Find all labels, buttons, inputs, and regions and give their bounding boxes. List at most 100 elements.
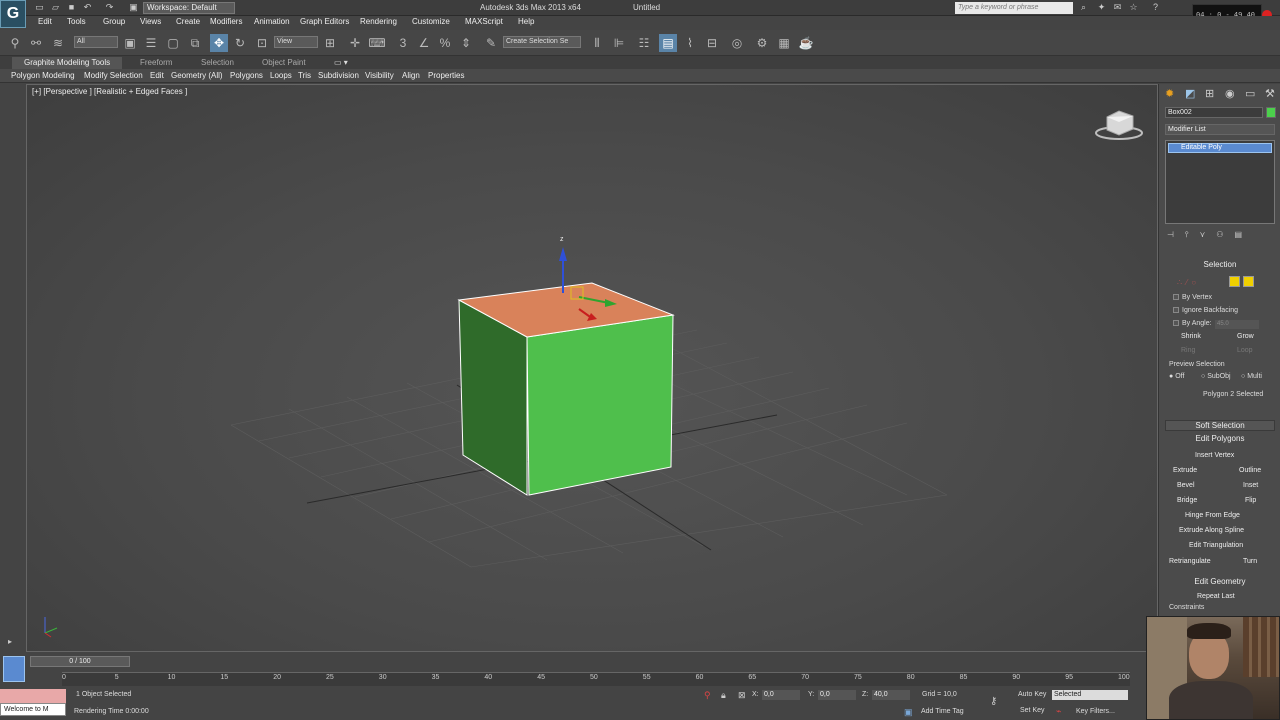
menu-customize[interactable]: Customize: [412, 17, 450, 26]
perspective-viewport[interactable]: [26, 84, 1158, 652]
pivot-center-icon[interactable]: ⊞: [321, 34, 339, 52]
open-file-icon[interactable]: ▱: [50, 2, 61, 13]
vertex-edge-border-icons[interactable]: ∴⁄○: [1177, 278, 1200, 287]
ribbon-properties[interactable]: Properties: [428, 71, 464, 80]
ring-button[interactable]: Ring: [1181, 347, 1195, 354]
element-subobject-icon[interactable]: [1243, 276, 1254, 287]
menu-tools[interactable]: Tools: [67, 17, 86, 26]
menu-graph-editors[interactable]: Graph Editors: [300, 17, 349, 26]
auto-key-button[interactable]: Auto Key: [1018, 691, 1046, 698]
search-icon[interactable]: ⌕: [1078, 2, 1089, 13]
selection-filter-dropdown[interactable]: All: [74, 36, 118, 48]
select-and-move-icon[interactable]: ✥: [210, 34, 228, 52]
bridge-button[interactable]: Bridge: [1177, 497, 1197, 504]
render-setup-icon[interactable]: ⚙: [753, 34, 771, 52]
isolate-selection-icon[interactable]: ⚲: [704, 690, 711, 701]
retriangulate-button[interactable]: Retriangulate: [1169, 558, 1211, 565]
search-input[interactable]: Type a keyword or phrase: [955, 2, 1073, 14]
grow-button[interactable]: Grow: [1237, 333, 1254, 340]
modifier-list-dropdown[interactable]: Modifier List: [1165, 124, 1275, 135]
save-icon[interactable]: ■: [66, 2, 77, 13]
menu-group[interactable]: Group: [103, 17, 125, 26]
lock-selection-icon[interactable]: 🔒︎: [721, 690, 726, 701]
project-folder-icon[interactable]: ▣: [128, 2, 139, 13]
flip-button[interactable]: Flip: [1245, 497, 1256, 504]
ignore-backfacing-checkbox[interactable]: Ignore Backfacing: [1173, 307, 1238, 314]
ribbon-polygons[interactable]: Polygons: [230, 71, 263, 80]
workspace-dropdown[interactable]: Workspace: Default: [143, 2, 235, 14]
key-filter-icon[interactable]: ⌁: [1056, 706, 1061, 717]
add-time-tag-button[interactable]: Add Time Tag: [921, 708, 964, 715]
ribbon-modify-selection[interactable]: Modify Selection: [84, 71, 143, 80]
hierarchy-tab-icon[interactable]: ⊞: [1205, 87, 1214, 100]
menu-help[interactable]: Help: [518, 17, 534, 26]
ribbon-loops[interactable]: Loops: [270, 71, 292, 80]
hinge-from-edge-button[interactable]: Hinge From Edge: [1185, 512, 1240, 519]
curve-editor-icon[interactable]: ⌇: [681, 34, 699, 52]
tab-graphite-modeling-tools[interactable]: Graphite Modeling Tools: [24, 58, 110, 67]
named-selection-sets-dropdown[interactable]: Create Selection Se: [503, 36, 581, 48]
key-mode-dropdown[interactable]: Selected: [1052, 690, 1128, 700]
rollout-soft-selection[interactable]: Soft Selection: [1165, 420, 1275, 431]
set-key-button[interactable]: Set Key: [1020, 707, 1045, 714]
menu-maxscript[interactable]: MAXScript: [465, 17, 503, 26]
select-and-scale-icon[interactable]: ⊡: [253, 34, 271, 52]
motion-tab-icon[interactable]: ◉: [1225, 87, 1235, 100]
favorites-icon[interactable]: ☆: [1128, 2, 1139, 13]
shrink-button[interactable]: Shrink: [1181, 333, 1201, 340]
inset-button[interactable]: Inset: [1243, 482, 1258, 489]
subscription-icon[interactable]: ✦: [1096, 2, 1107, 13]
angle-snap-icon[interactable]: ∠: [415, 34, 433, 52]
stack-item-editable-poly[interactable]: Editable Poly: [1168, 143, 1272, 153]
rendered-frame-window-icon[interactable]: ▦: [775, 34, 793, 52]
modify-tab-icon[interactable]: ◩: [1185, 87, 1195, 100]
edit-named-selection-icon[interactable]: ✎: [482, 34, 500, 52]
ribbon-polygon-modeling[interactable]: Polygon Modeling: [11, 71, 75, 80]
key-filters-button[interactable]: Key Filters...: [1076, 708, 1115, 715]
x-coord-field[interactable]: 0,0: [762, 690, 800, 700]
help-icon[interactable]: ?: [1150, 2, 1161, 13]
rollout-edit-geometry[interactable]: Edit Geometry: [1165, 577, 1275, 588]
maxscript-listener-input[interactable]: Welcome to M: [0, 703, 66, 716]
menu-views[interactable]: Views: [140, 17, 161, 26]
insert-vertex-button[interactable]: Insert Vertex: [1195, 452, 1234, 459]
time-tag-icon[interactable]: ▣: [904, 707, 913, 718]
utilities-tab-icon[interactable]: ⚒: [1265, 87, 1275, 100]
absolute-mode-icon[interactable]: ⊠: [738, 690, 746, 701]
track-bar[interactable]: 0 5 10 15 20 25 30 35 40 45 50 55 60 65 70 75 80 85 90 95 10…: [62, 672, 1130, 686]
keyboard-shortcut-override-icon[interactable]: ⌨: [368, 34, 386, 52]
bevel-button[interactable]: Bevel: [1177, 482, 1195, 489]
ribbon-tris[interactable]: Tris: [298, 71, 311, 80]
preview-off-radio[interactable]: ● Off: [1169, 373, 1184, 380]
preview-multi-radio[interactable]: ○ Multi: [1241, 373, 1262, 380]
ribbon-visibility[interactable]: Visibility: [365, 71, 394, 80]
outline-button[interactable]: Outline: [1239, 467, 1261, 474]
angle-spinner[interactable]: 45.0: [1215, 320, 1259, 329]
rectangular-selection-icon[interactable]: ▢: [164, 34, 182, 52]
by-angle-checkbox[interactable]: By Angle:: [1173, 320, 1212, 327]
maxscript-listener-pink[interactable]: [0, 689, 66, 703]
extrude-button[interactable]: Extrude: [1173, 467, 1197, 474]
menu-modifiers[interactable]: Modifiers: [210, 17, 242, 26]
set-key-icon[interactable]: ⚷: [990, 696, 997, 707]
rollout-selection[interactable]: Selection: [1165, 260, 1275, 271]
new-file-icon[interactable]: ▭: [34, 2, 45, 13]
mirror-icon[interactable]: ⫴: [588, 34, 606, 52]
object-name-field[interactable]: Box002: [1165, 107, 1263, 118]
z-coord-field[interactable]: 40,0: [872, 690, 910, 700]
viewcube-icon[interactable]: [1095, 110, 1143, 140]
turn-button[interactable]: Turn: [1243, 558, 1257, 565]
unlink-icon[interactable]: ⚯: [27, 34, 45, 52]
modifier-stack[interactable]: Editable Poly: [1165, 140, 1275, 224]
y-coord-field[interactable]: 0,0: [818, 690, 856, 700]
polygon-subobject-icon[interactable]: [1229, 276, 1240, 287]
viewport-layout-icon[interactable]: ▸: [8, 637, 12, 646]
preview-subobj-radio[interactable]: ○ SubObj: [1201, 373, 1231, 380]
select-by-name-icon[interactable]: ☰: [142, 34, 160, 52]
layer-manager-icon[interactable]: ☷: [635, 34, 653, 52]
time-slider[interactable]: 0 / 100: [30, 656, 130, 667]
ribbon-align[interactable]: Align: [402, 71, 420, 80]
communication-icon[interactable]: ✉: [1112, 2, 1123, 13]
menu-rendering[interactable]: Rendering: [360, 17, 397, 26]
by-vertex-checkbox[interactable]: By Vertex: [1173, 294, 1212, 301]
